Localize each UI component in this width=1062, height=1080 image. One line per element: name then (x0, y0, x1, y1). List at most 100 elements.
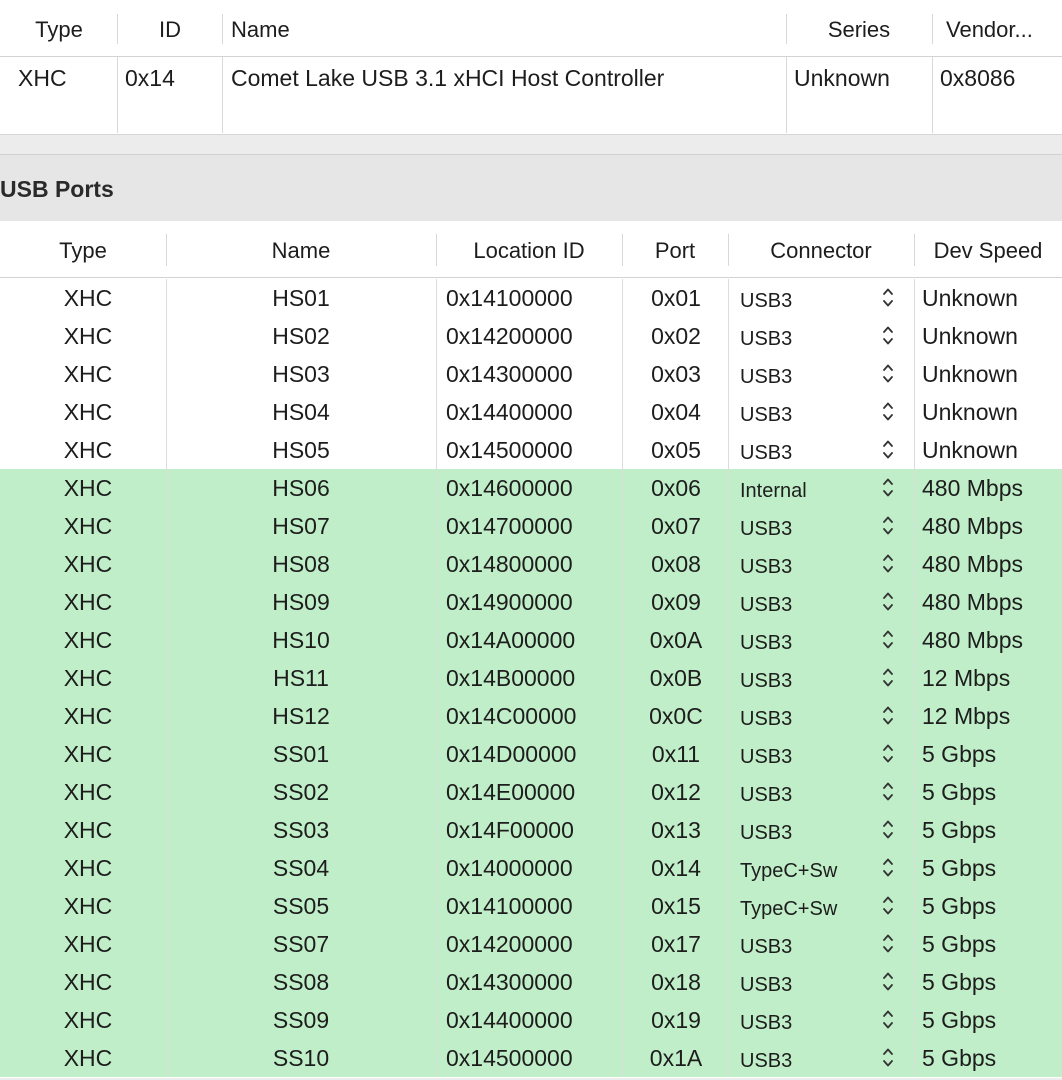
table-row[interactable]: XHC HS10 0x14A00000 0x0A USB3 480 Mbps (0, 621, 1062, 659)
table-row[interactable]: XHC HS04 0x14400000 0x04 USB3 Unknown (0, 393, 1062, 431)
cell-port: 0x07 (651, 513, 701, 539)
column-header-port[interactable]: Port (622, 221, 728, 277)
chevron-up-down-icon[interactable] (880, 1007, 896, 1033)
chevron-up-down-icon[interactable] (880, 361, 896, 387)
column-header-location-id[interactable]: Location ID (436, 221, 622, 277)
table-row[interactable]: XHC HS07 0x14700000 0x07 USB3 480 Mbps (0, 507, 1062, 545)
cell-name: HS10 (272, 627, 330, 653)
cell-dev-speed: Unknown (922, 285, 1018, 311)
table-row[interactable]: XHC HS12 0x14C00000 0x0C USB3 12 Mbps (0, 697, 1062, 735)
cell-port: 0x0A (649, 627, 703, 653)
cell-type: XHC (63, 437, 113, 463)
table-row[interactable]: XHC HS05 0x14500000 0x05 USB3 Unknown (0, 431, 1062, 469)
chevron-up-down-icon[interactable] (880, 323, 896, 349)
cell-type: XHC (63, 551, 113, 577)
cell-type: XHC (63, 323, 113, 349)
chevron-up-down-icon[interactable] (880, 437, 896, 463)
chevron-up-down-icon[interactable] (880, 741, 896, 767)
column-header-type[interactable]: Type (0, 0, 118, 56)
cell-location-id: 0x14700000 (446, 513, 573, 539)
table-row[interactable]: XHC HS03 0x14300000 0x03 USB3 Unknown (0, 355, 1062, 393)
table-row[interactable]: XHC HS01 0x14100000 0x01 USB3 Unknown (0, 279, 1062, 317)
table-row[interactable]: XHC HS02 0x14200000 0x02 USB3 Unknown (0, 317, 1062, 355)
cell-location-id: 0x14900000 (446, 589, 573, 615)
cell-name: HS09 (272, 589, 330, 615)
column-header-type[interactable]: Type (0, 221, 166, 277)
cell-port: 0x09 (651, 589, 701, 615)
cell-dev-speed: 12 Mbps (922, 665, 1011, 691)
chevron-up-down-icon[interactable] (880, 513, 896, 539)
table-row[interactable]: XHC SS08 0x14300000 0x18 USB3 5 Gbps (0, 963, 1062, 1001)
cell-port: 0x1A (649, 1045, 703, 1071)
connector-value: USB3 (740, 366, 793, 388)
table-row[interactable]: XHC HS09 0x14900000 0x09 USB3 480 Mbps (0, 583, 1062, 621)
column-header-name[interactable]: Name (231, 0, 781, 56)
controller-id: 0x14 (125, 65, 175, 91)
cell-type: XHC (63, 1007, 113, 1033)
cell-port: 0x11 (651, 741, 701, 767)
column-header-vendor[interactable]: Vendor... (946, 0, 1062, 56)
chevron-up-down-icon[interactable] (880, 893, 896, 919)
cell-name: HS06 (272, 475, 330, 501)
chevron-up-down-icon[interactable] (880, 969, 896, 995)
ports-table-header: Type Name Location ID Port Connector Dev… (0, 221, 1062, 278)
cell-location-id: 0x14500000 (446, 1045, 573, 1071)
table-row[interactable]: XHC HS08 0x14800000 0x08 USB3 480 Mbps (0, 545, 1062, 583)
table-row[interactable]: XHC HS06 0x14600000 0x06 Internal 480 Mbps (0, 469, 1062, 507)
table-row[interactable]: XHC SS03 0x14F00000 0x13 USB3 5 Gbps (0, 811, 1062, 849)
cell-type: XHC (63, 589, 113, 615)
cell-type: XHC (63, 817, 113, 843)
connector-value: USB3 (740, 822, 793, 844)
table-row[interactable]: XHC SS09 0x14400000 0x19 USB3 5 Gbps (0, 1001, 1062, 1039)
chevron-up-down-icon[interactable] (880, 1045, 896, 1071)
table-row[interactable]: XHC SS10 0x14500000 0x1A USB3 5 Gbps (0, 1039, 1062, 1077)
connector-value: USB3 (740, 404, 793, 426)
table-row[interactable]: XHC SS05 0x14100000 0x15 TypeC+Sw 5 Gbps (0, 887, 1062, 925)
chevron-up-down-icon[interactable] (880, 817, 896, 843)
usb-ports-table: Type Name Location ID Port Connector Dev… (0, 221, 1062, 1078)
chevron-up-down-icon[interactable] (880, 779, 896, 805)
cell-type: XHC (63, 285, 113, 311)
controller-type: XHC (18, 65, 67, 91)
table-row[interactable]: XHC SS02 0x14E00000 0x12 USB3 5 Gbps (0, 773, 1062, 811)
column-separator (166, 279, 167, 1077)
chevron-up-down-icon[interactable] (880, 627, 896, 653)
cell-type: XHC (63, 361, 113, 387)
table-row[interactable]: XHC SS07 0x14200000 0x17 USB3 5 Gbps (0, 925, 1062, 963)
chevron-up-down-icon[interactable] (880, 855, 896, 881)
chevron-up-down-icon[interactable] (880, 931, 896, 957)
cell-location-id: 0x14200000 (446, 323, 573, 349)
cell-name: HS08 (272, 551, 330, 577)
column-header-name[interactable]: Name (166, 221, 436, 277)
chevron-up-down-icon[interactable] (880, 475, 896, 501)
connector-value: USB3 (740, 632, 793, 654)
cell-dev-speed: 5 Gbps (922, 855, 997, 881)
column-separator (728, 279, 729, 1077)
cell-type: XHC (63, 1045, 113, 1071)
column-header-id[interactable]: ID (118, 0, 222, 56)
chevron-up-down-icon[interactable] (880, 285, 896, 311)
table-row[interactable]: XHC HS11 0x14B00000 0x0B USB3 12 Mbps (0, 659, 1062, 697)
connector-value: USB3 (740, 784, 793, 806)
cell-dev-speed: 5 Gbps (922, 817, 997, 843)
connector-value: USB3 (740, 670, 793, 692)
chevron-up-down-icon[interactable] (880, 665, 896, 691)
chevron-up-down-icon[interactable] (880, 551, 896, 577)
cell-dev-speed: 12 Mbps (922, 703, 1011, 729)
cell-location-id: 0x14600000 (446, 475, 573, 501)
cell-dev-speed: Unknown (922, 437, 1018, 463)
cell-dev-speed: 5 Gbps (922, 779, 997, 805)
chevron-up-down-icon[interactable] (880, 589, 896, 615)
cell-dev-speed: Unknown (922, 323, 1018, 349)
column-header-dev-speed[interactable]: Dev Speed (914, 221, 1062, 277)
cell-location-id: 0x14300000 (446, 969, 573, 995)
connector-value: USB3 (740, 1012, 793, 1034)
chevron-up-down-icon[interactable] (880, 399, 896, 425)
connector-value: USB3 (740, 936, 793, 958)
cell-name: SS08 (272, 969, 330, 995)
table-row[interactable]: XHC SS04 0x14000000 0x14 TypeC+Sw 5 Gbps (0, 849, 1062, 887)
column-header-connector[interactable]: Connector (728, 221, 914, 277)
table-row[interactable]: XHC SS01 0x14D00000 0x11 USB3 5 Gbps (0, 735, 1062, 773)
chevron-up-down-icon[interactable] (880, 703, 896, 729)
column-header-series[interactable]: Series (786, 0, 932, 56)
